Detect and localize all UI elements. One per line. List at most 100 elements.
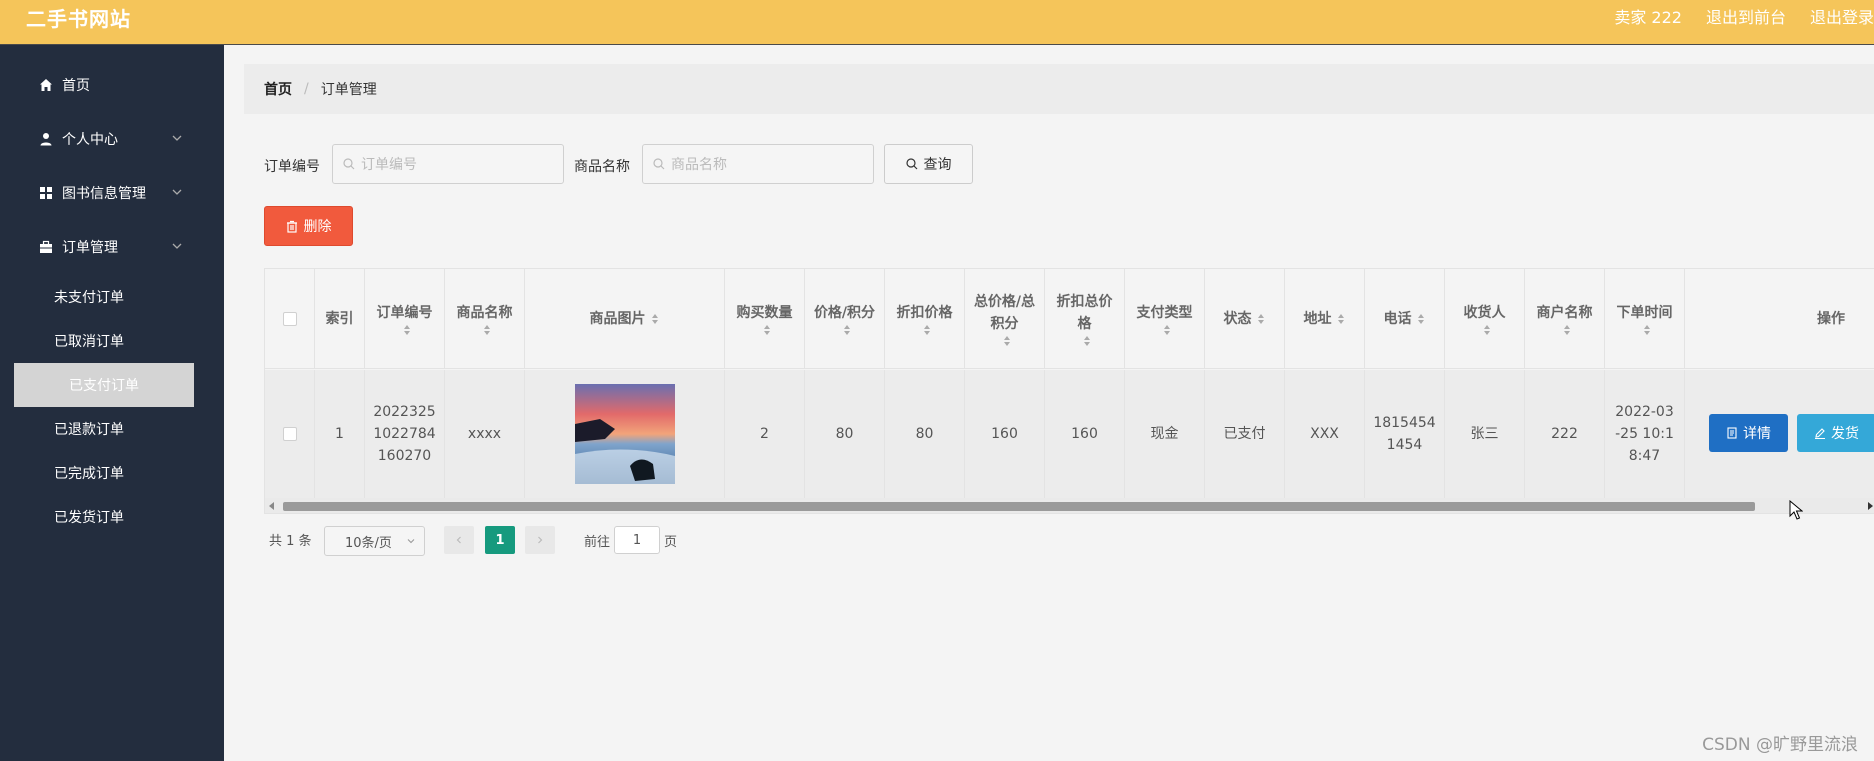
mouse-cursor-icon: [1789, 500, 1803, 520]
sidebar-subitem-cancelled[interactable]: 已取消订单: [54, 321, 124, 361]
cell-discount-price: 80: [885, 370, 965, 498]
header-receiver[interactable]: 收货人: [1445, 269, 1525, 368]
cell-order-no: 2022325 1022784 160270: [365, 370, 445, 498]
watermark: CSDN @旷野里流浪: [1702, 735, 1858, 755]
sort-icon[interactable]: [1482, 324, 1492, 336]
edit-icon: [1815, 428, 1825, 439]
sidebar-item-book-management[interactable]: 图书信息管理: [0, 173, 224, 213]
query-button[interactable]: 查询: [884, 144, 973, 184]
ship-button[interactable]: 发货: [1797, 414, 1874, 452]
sort-icon[interactable]: [1562, 324, 1572, 336]
sort-icon[interactable]: [402, 324, 412, 336]
delete-button-label: 删除: [303, 219, 332, 235]
prev-page-button[interactable]: [444, 526, 474, 554]
header-phone[interactable]: 电话: [1365, 269, 1445, 368]
header-pay-type-label: 支付类型: [1136, 304, 1193, 321]
breadcrumb-separator: /: [304, 81, 309, 97]
chevron-down-icon: [172, 135, 182, 141]
page-number-current[interactable]: 1: [485, 526, 515, 554]
header-phone-label: 电话: [1383, 310, 1412, 327]
header-price-label: 价格/积分: [813, 304, 876, 321]
header-product[interactable]: 商品名称: [445, 269, 525, 368]
header-total[interactable]: 总价格/总积分: [965, 269, 1045, 368]
cell-index: 1: [315, 370, 365, 498]
sort-icon[interactable]: [1416, 313, 1426, 325]
sort-icon[interactable]: [762, 324, 772, 336]
sidebar-subitem-completed[interactable]: 已完成订单: [54, 453, 124, 493]
sidebar-item-label: 首页: [62, 78, 90, 94]
sidebar-subitem-paid[interactable]: 已支付订单: [14, 363, 194, 407]
sort-icon[interactable]: [1336, 313, 1346, 325]
header-quantity[interactable]: 购买数量: [725, 269, 805, 368]
order-no-input[interactable]: 订单编号: [332, 144, 564, 184]
header-actions: 操作: [1685, 269, 1874, 368]
header-status[interactable]: 状态: [1205, 269, 1285, 368]
row-select-cell: [265, 370, 315, 498]
page-size-select[interactable]: 10条/页: [324, 526, 425, 556]
page-size-value: 10条/页: [345, 535, 392, 551]
select-all-checkbox[interactable]: [282, 311, 297, 326]
cell-quantity: 2: [725, 370, 805, 498]
scroll-left-arrow[interactable]: [269, 502, 274, 510]
header-order-no[interactable]: 订单编号: [365, 269, 445, 368]
cell-total: 160: [965, 370, 1045, 498]
header-discount-total[interactable]: 折扣总价格: [1045, 269, 1125, 368]
product-name-input[interactable]: 商品名称: [642, 144, 874, 184]
scrollbar-thumb[interactable]: [283, 502, 1755, 511]
sort-icon[interactable]: [650, 313, 660, 325]
header-image[interactable]: 商品图片: [525, 269, 725, 368]
cell-product: xxxx: [445, 370, 525, 498]
header-receiver-label: 收货人: [1463, 304, 1506, 321]
table-header: 索引 订单编号 商品名称 商品图片 购买数量 价格/积分 折扣价格 总价格/总积…: [265, 269, 1874, 369]
row-checkbox[interactable]: [282, 427, 297, 441]
sort-icon[interactable]: [922, 324, 932, 336]
header-actions: 卖家 222 退出到前台 退出登录: [1614, 4, 1874, 28]
detail-button[interactable]: 详情: [1709, 414, 1788, 452]
breadcrumb-home[interactable]: 首页: [264, 79, 292, 99]
sidebar-subitem-unpaid[interactable]: 未支付订单: [54, 277, 124, 317]
sidebar: 首页 个人中心 图书信息管理 订单管理 未支付订单 已取消订单 已支付订单 已退…: [0, 45, 224, 761]
sidebar-item-label: 图书信息管理: [62, 186, 146, 202]
header-total-label: 总价格/总积分: [973, 293, 1036, 332]
sort-icon[interactable]: [1082, 335, 1092, 347]
sidebar-item-order-management[interactable]: 订单管理: [0, 227, 224, 267]
back-to-front-link[interactable]: 退出到前台: [1706, 4, 1786, 28]
header-merchant[interactable]: 商户名称: [1525, 269, 1605, 368]
site-brand: 二手书网站: [26, 7, 131, 31]
sort-icon[interactable]: [1256, 313, 1266, 325]
goto-page-input[interactable]: 1: [614, 526, 660, 554]
table-row[interactable]: 1 2022325 1022784 160270 xxxx 2 80 80 16…: [265, 370, 1874, 498]
sidebar-item-home[interactable]: 首页: [0, 65, 224, 105]
next-page-button[interactable]: [525, 526, 555, 554]
header-actions-label: 操作: [1817, 310, 1845, 327]
horizontal-scrollbar[interactable]: [265, 498, 1874, 513]
header-discount-price-label: 折扣价格: [896, 304, 953, 321]
sidebar-item-label: 个人中心: [62, 132, 118, 148]
breadcrumb: 首页 / 订单管理: [244, 64, 1874, 114]
delete-button[interactable]: 删除: [264, 206, 353, 246]
sort-icon[interactable]: [842, 324, 852, 336]
sidebar-subitem-refunded[interactable]: 已退款订单: [54, 409, 124, 449]
header-address[interactable]: 地址: [1285, 269, 1365, 368]
header-quantity-label: 购买数量: [736, 304, 793, 321]
header-index-label: 索引: [325, 310, 354, 327]
cell-pay-type: 现金: [1125, 370, 1205, 498]
cell-address: XXX: [1285, 370, 1365, 498]
product-image[interactable]: [574, 384, 675, 484]
header-pay-type[interactable]: 支付类型: [1125, 269, 1205, 368]
sort-icon[interactable]: [1642, 324, 1652, 336]
breadcrumb-current: 订单管理: [320, 82, 377, 98]
sort-icon[interactable]: [1002, 335, 1012, 347]
scroll-right-arrow[interactable]: [1868, 502, 1873, 510]
top-header: 二手书网站 卖家 222 退出到前台 退出登录: [0, 0, 1874, 45]
header-price[interactable]: 价格/积分: [805, 269, 885, 368]
sort-icon[interactable]: [1162, 324, 1172, 336]
sidebar-item-personal-center[interactable]: 个人中心: [0, 119, 224, 159]
header-order-time[interactable]: 下单时间: [1605, 269, 1685, 368]
sidebar-subitem-shipped[interactable]: 已发货订单: [54, 497, 124, 537]
sort-icon[interactable]: [482, 324, 492, 336]
logout-link[interactable]: 退出登录: [1810, 4, 1874, 28]
cell-status: 已支付: [1205, 370, 1285, 498]
header-discount-price[interactable]: 折扣价格: [885, 269, 965, 368]
pagination-total: 共 1 条: [269, 534, 312, 549]
